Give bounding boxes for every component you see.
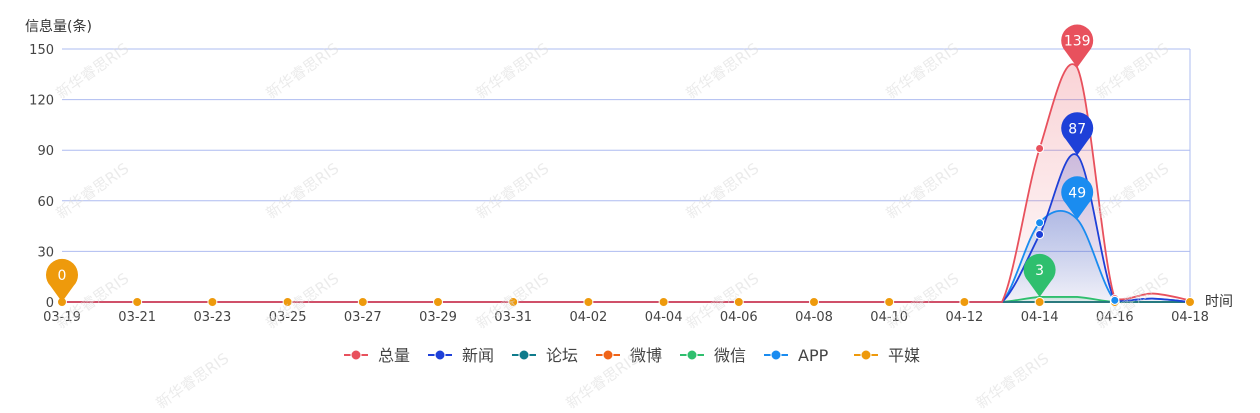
area-chart: 信息量(条) 时间 0306090120150 03-19 03-21 03-23 0… [25, 18, 1233, 365]
legend-item[interactable]: 平媒 [854, 346, 920, 365]
legend-marker [602, 349, 614, 361]
legend-label: APP [798, 346, 829, 365]
legend-label: 论坛 [546, 346, 578, 365]
value-pin[interactable]: 139 [1061, 24, 1094, 68]
y-tick-label: 120 [29, 94, 54, 109]
legend-item[interactable]: 总量 [344, 346, 410, 365]
x-tick-label: 03-21 [118, 310, 156, 325]
y-tick-label: 0 [46, 296, 54, 311]
y-tick-label: 90 [37, 144, 54, 159]
data-point[interactable] [959, 297, 970, 307]
legend-item[interactable]: 论坛 [512, 346, 578, 365]
legend-label: 新闻 [462, 346, 494, 365]
legend-item[interactable]: 微信 [680, 346, 746, 365]
legend-marker [860, 349, 872, 361]
y-tick-label: 60 [37, 195, 54, 210]
x-tick-label: 04-06 [720, 310, 758, 325]
data-point[interactable] [1035, 144, 1045, 154]
pin-label: 87 [1068, 121, 1086, 137]
y-tick-label: 30 [37, 245, 54, 260]
data-point[interactable] [809, 297, 819, 307]
x-axis-ticks: 03-19 03-21 03-23 03-25 03-27 03-29 03-31 04-02… [43, 302, 1209, 325]
x-tick-label: 03-29 [419, 310, 457, 325]
data-point[interactable] [1035, 230, 1045, 240]
legend-label: 微信 [714, 346, 746, 365]
x-axis-label: 时间 [1205, 294, 1233, 310]
x-tick-label: 04-12 [946, 310, 984, 325]
x-tick-label: 04-04 [645, 310, 683, 325]
legend-marker [770, 349, 782, 361]
data-point[interactable] [658, 297, 669, 307]
y-tick-label: 150 [29, 43, 54, 58]
x-tick-label: 04-02 [570, 310, 608, 325]
legend-marker [350, 349, 362, 361]
pin-label: 139 [1064, 34, 1091, 50]
legend-label: 总量 [378, 346, 410, 365]
legend-marker [434, 349, 446, 361]
data-point[interactable] [357, 297, 368, 307]
data-point[interactable] [1185, 297, 1195, 307]
chart-container: 新华睿思RIS 新华睿思RIS 新华睿思RIS 新华睿思RIS 新华睿思RIS 新华睿思R… [0, 0, 1260, 412]
data-point[interactable] [583, 297, 594, 307]
x-tick-label: 03-23 [194, 310, 232, 325]
data-point[interactable] [884, 297, 895, 307]
legend-item[interactable]: APP [764, 346, 829, 365]
data-point[interactable] [132, 297, 143, 307]
pin-label: 3 [1035, 263, 1044, 279]
pin-label: 0 [58, 268, 67, 284]
data-point[interactable] [1034, 297, 1045, 307]
data-point[interactable] [1035, 218, 1045, 228]
legend-item[interactable]: 新闻 [428, 346, 494, 365]
pin-label: 49 [1068, 185, 1086, 201]
legend-label: 平媒 [888, 346, 920, 365]
x-tick-label: 04-08 [795, 310, 833, 325]
legend-marker [518, 349, 530, 361]
x-tick-label: 03-27 [344, 310, 382, 325]
x-tick-label: 04-18 [1171, 310, 1209, 325]
data-point[interactable] [207, 297, 218, 307]
y-axis-label: 信息量(条) [25, 18, 92, 35]
data-point[interactable] [433, 297, 443, 307]
legend-marker [686, 349, 698, 361]
x-tick-label: 04-14 [1021, 310, 1059, 325]
